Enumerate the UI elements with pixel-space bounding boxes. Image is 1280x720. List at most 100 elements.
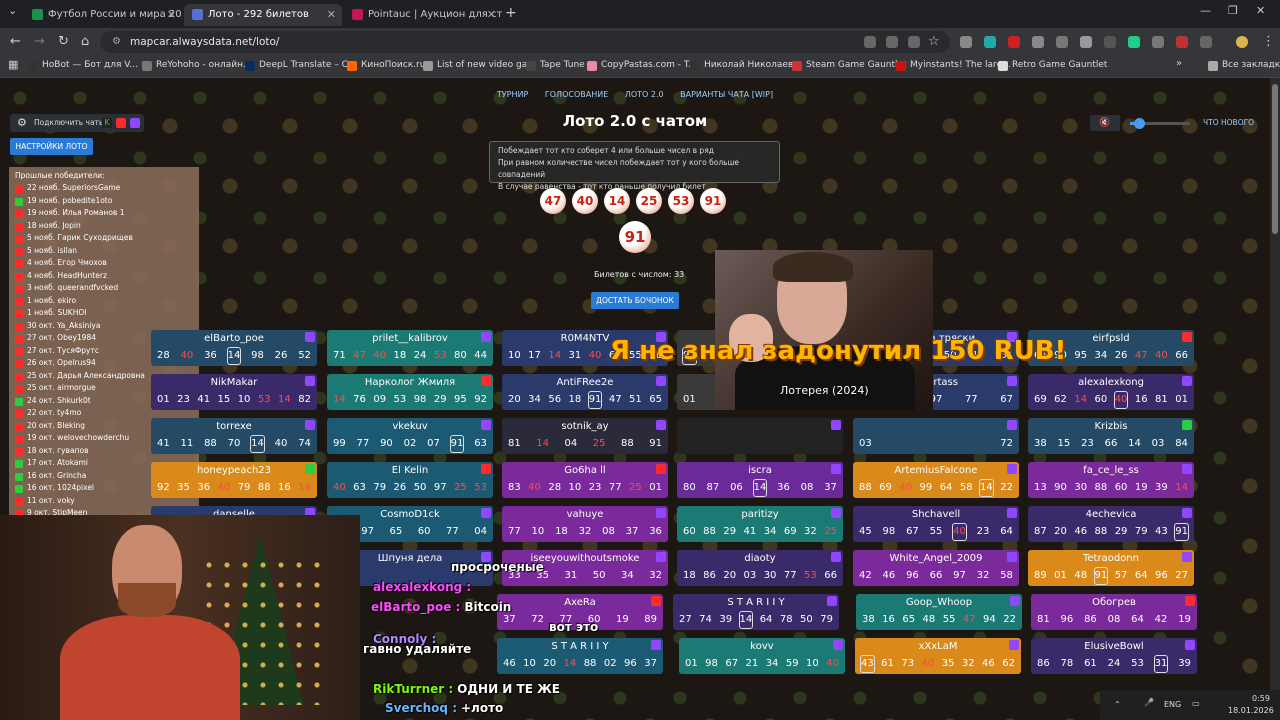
- extension-icon[interactable]: [984, 36, 996, 48]
- ticket-number: 29: [433, 394, 447, 405]
- ticket-owner-name: paritizy: [741, 509, 779, 520]
- bookmark-item[interactable]: Tape Tune: [526, 60, 585, 71]
- ticket-number: 78: [779, 614, 793, 625]
- apps-grid-icon[interactable]: ▦: [8, 58, 18, 71]
- back-icon[interactable]: ←: [10, 34, 21, 49]
- extension-icon[interactable]: [1104, 36, 1116, 48]
- tab-loto[interactable]: Лото - 292 билетов ✕: [184, 4, 342, 26]
- bookmark-item[interactable]: Retro Game Gauntlet: [998, 60, 1107, 71]
- ticket-number: 39: [1155, 482, 1168, 493]
- loto-ticket: AntiFRee2e 20 34 56 18 91 47 51 65: [502, 374, 668, 410]
- extension-icon[interactable]: [1128, 36, 1140, 48]
- ticket-number: 96: [906, 570, 919, 581]
- minimize-icon[interactable]: —: [1200, 4, 1211, 17]
- ticket-number: 01: [649, 482, 662, 493]
- maximize-icon[interactable]: ❐: [1228, 4, 1238, 17]
- draw-barrel-button[interactable]: ДОСТАТЬ БОЧОНОК: [591, 292, 679, 309]
- scrollbar-thumb[interactable]: [1272, 84, 1278, 234]
- close-window-icon[interactable]: ✕: [1256, 4, 1265, 17]
- bookmark-item[interactable]: CopyPastas.com - T...: [587, 60, 697, 71]
- extensions-puzzle-icon[interactable]: [1200, 36, 1212, 48]
- youtube-icon[interactable]: [116, 118, 126, 128]
- loto-ticket: Shchavell 45 98 67 55 40 23 64: [853, 506, 1019, 542]
- ticket-owner-name: ElusiveBowl: [1084, 641, 1144, 652]
- tab-search-icon[interactable]: ⌄: [8, 4, 17, 17]
- mute-toggle-button[interactable]: 🔇: [1090, 115, 1120, 131]
- bookmark-star-icon[interactable]: ☆: [928, 34, 940, 49]
- ticket-number: 07: [427, 438, 440, 449]
- ticket-number: 32: [961, 658, 975, 669]
- more-bookmarks-icon[interactable]: »: [1176, 58, 1182, 69]
- ticket-number: 55: [929, 526, 943, 537]
- close-icon[interactable]: ✕: [167, 4, 176, 26]
- extension-icon[interactable]: [1008, 36, 1020, 48]
- zoom-icon[interactable]: [886, 36, 898, 48]
- ticket-number: 47: [962, 614, 976, 625]
- nav-voting-link[interactable]: ГОЛОСОВАНИЕ: [545, 90, 608, 99]
- extension-icon[interactable]: [1080, 36, 1092, 48]
- twitch-icon[interactable]: [130, 118, 140, 128]
- close-icon[interactable]: ✕: [487, 4, 496, 26]
- clock-date[interactable]: 18.01.2026: [1228, 706, 1274, 715]
- ticket-number: 91: [1174, 523, 1189, 541]
- translate-icon[interactable]: [864, 36, 876, 48]
- ticket-number: 98: [251, 350, 264, 361]
- connect-chats-button[interactable]: ⚙ Подключить чаты K: [10, 114, 144, 132]
- bookmark-item[interactable]: КиноПоиск.ru: [347, 60, 425, 71]
- bookmark-item[interactable]: List of new video ga...: [423, 60, 536, 71]
- ticket-number: 56: [548, 394, 562, 405]
- new-tab-icon[interactable]: +: [505, 5, 517, 21]
- past-winner-text: 1 нояб. SUKHOI: [27, 308, 87, 317]
- whats-new-link[interactable]: ЧТО НОВОГО: [1203, 118, 1254, 127]
- bookmark-item[interactable]: Steam Game Gauntlet: [792, 60, 907, 71]
- bookmark-item[interactable]: DeepL Translate – С...: [245, 60, 357, 71]
- extension-icon[interactable]: [1032, 36, 1044, 48]
- streamer-shirt: [60, 615, 240, 720]
- tab-football[interactable]: Футбол России и мира 2026 - ✕: [24, 4, 182, 26]
- extension-icon[interactable]: [960, 36, 972, 48]
- ticket-number: 99: [333, 438, 346, 449]
- address-bar[interactable]: ⚙ mapcar.alwaysdata.net/loto/: [100, 31, 950, 53]
- extension-icon[interactable]: [1152, 36, 1164, 48]
- site-info-icon[interactable]: ⚙: [112, 31, 121, 53]
- reload-icon[interactable]: ↻: [58, 34, 69, 49]
- chat-message: RikTurrner : ОДНИ И ТЕ ЖЕ: [373, 682, 560, 696]
- network-icon[interactable]: ▭: [1192, 699, 1200, 708]
- nav-loto-link[interactable]: ЛОТО 2.0: [625, 90, 664, 99]
- bookmark-item[interactable]: Николай Николаев...: [690, 60, 802, 71]
- kick-icon[interactable]: K: [102, 118, 112, 128]
- clock-time[interactable]: 0:59: [1252, 694, 1270, 703]
- past-winner-text: 19 нояб. Илья Романов 1: [27, 208, 125, 217]
- bookmark-item[interactable]: ReYohoho - онлайн...: [142, 60, 252, 71]
- bookmark-item[interactable]: Myinstants! The larg...: [896, 60, 1011, 71]
- ticket-number: 62: [1054, 394, 1067, 405]
- extension-icon[interactable]: [1176, 36, 1188, 48]
- tab-pointauc[interactable]: Pointauc | Аукцион для стрим ✕: [344, 4, 502, 26]
- language-indicator[interactable]: ENG: [1164, 700, 1181, 709]
- home-icon[interactable]: ⌂: [81, 34, 89, 49]
- chevron-up-icon[interactable]: ⌃: [1114, 700, 1121, 709]
- nav-chat-variants-link[interactable]: ВАРИАНТЫ ЧАТА [WIP]: [680, 90, 773, 99]
- profile-avatar[interactable]: [1236, 36, 1248, 48]
- youtube-icon: [15, 210, 23, 218]
- meme-figure-hair: [773, 252, 853, 282]
- ticket-owner-name: fa_ce_le_ss: [1083, 465, 1139, 476]
- extension-icon[interactable]: [1056, 36, 1068, 48]
- chat-message: elBarto_poe : Bitcoin: [371, 600, 511, 614]
- ticket-number: 20: [723, 570, 737, 581]
- close-icon[interactable]: ✕: [327, 4, 336, 26]
- forward-icon[interactable]: →: [34, 34, 45, 49]
- all-bookmarks-folder[interactable]: Все закладки: [1208, 60, 1280, 71]
- ticket-number: 16: [882, 614, 895, 625]
- nav-tournament-link[interactable]: ТУРНИР: [497, 90, 528, 99]
- menu-icon[interactable]: ⋮: [1262, 34, 1275, 49]
- cast-icon[interactable]: [908, 36, 920, 48]
- loto-settings-button[interactable]: НАСТРОЙКИ ЛОТО: [10, 138, 93, 155]
- microphone-icon[interactable]: 🎤: [1144, 698, 1154, 707]
- volume-slider[interactable]: [1130, 118, 1190, 129]
- ticket-number: 45: [859, 526, 872, 537]
- ticket-owner-name: NikMakar: [210, 377, 258, 388]
- page-scrollbar[interactable]: [1270, 78, 1280, 720]
- volume-knob[interactable]: [1134, 118, 1145, 129]
- bookmark-item[interactable]: HoBot — Бот для V...: [28, 60, 138, 71]
